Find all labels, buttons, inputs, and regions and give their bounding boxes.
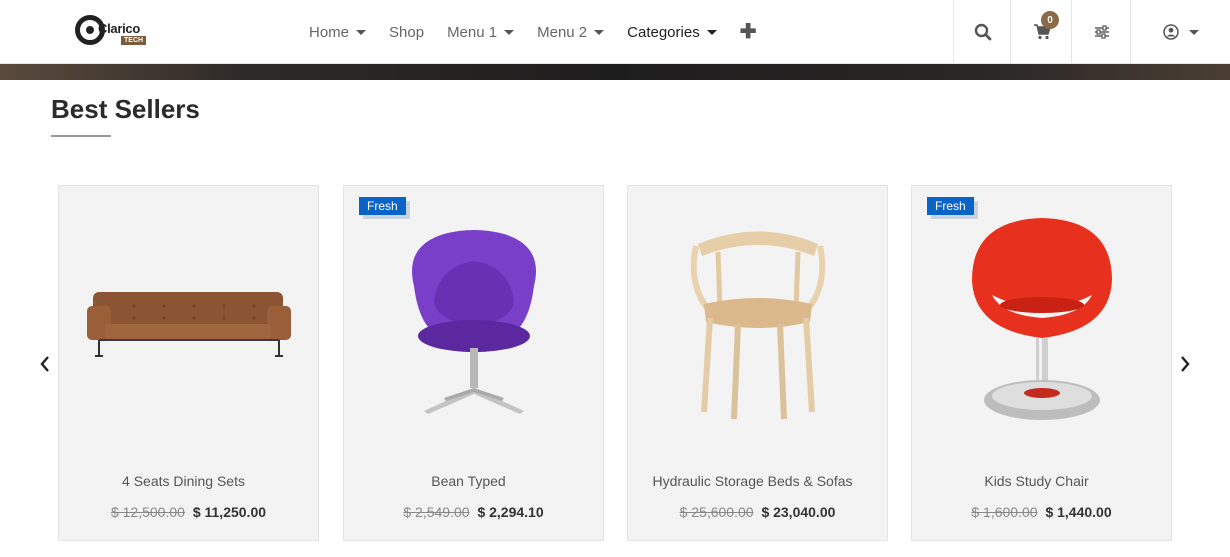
nav-item-menu-2[interactable]: Menu 2 — [537, 23, 605, 41]
search-button[interactable] — [953, 0, 1011, 64]
fresh-badge: Fresh — [927, 197, 974, 215]
nav-item-label: Categories — [627, 23, 700, 41]
product-name[interactable]: Hydraulic Storage Beds & Sofas — [628, 473, 877, 489]
hero-banner-edge — [0, 64, 1230, 80]
caret-down-icon — [594, 29, 605, 35]
old-price: $ 1,600.00 — [971, 504, 1038, 520]
product-name[interactable]: 4 Seats Dining Sets — [59, 473, 308, 489]
old-price: $ 2,549.00 — [403, 504, 470, 520]
caret-down-icon — [356, 29, 367, 35]
product-price: $ 1,600.00 $ 1,440.00 — [912, 504, 1171, 520]
fresh-badge: Fresh — [359, 197, 406, 215]
sale-price: $ 1,440.00 — [1045, 504, 1112, 520]
main-nav: Home Shop Menu 1 Menu 2 Categories ✚ — [309, 20, 779, 44]
carousel-next-button[interactable] — [1175, 354, 1195, 374]
user-menu-button[interactable] — [1130, 0, 1230, 64]
nav-item-label: Menu 2 — [537, 23, 588, 41]
user-circle-icon — [1162, 24, 1179, 40]
nav-item-label: Menu 1 — [447, 23, 498, 41]
product-name[interactable]: Bean Typed — [344, 473, 593, 489]
nav-item-categories[interactable]: Categories — [627, 24, 717, 41]
purple-chair-image — [411, 230, 536, 414]
plus-icon: ✚ — [739, 21, 757, 43]
product-price: $ 12,500.00 $ 11,250.00 — [59, 504, 318, 520]
caret-down-icon — [706, 29, 717, 35]
cart-button[interactable]: 0 — [1010, 0, 1072, 64]
product-image[interactable] — [912, 186, 1171, 456]
chevron-left-icon — [40, 356, 49, 372]
product-card[interactable]: Hydraulic Storage Beds & Sofas $ 25,600.… — [627, 185, 888, 541]
section-title: Best Sellers — [51, 94, 200, 124]
sliders-icon — [1094, 25, 1109, 39]
chevron-right-icon — [1181, 356, 1190, 372]
product-card[interactable]: Fresh Bean Typed $ 2,549.00 $ 2,294.10 — [343, 185, 604, 541]
nav-item-home[interactable]: Home — [309, 23, 367, 41]
caret-down-icon — [1188, 29, 1199, 35]
sale-price: $ 2,294.10 — [477, 504, 544, 520]
product-image[interactable] — [59, 186, 318, 456]
sofa-image — [86, 292, 291, 357]
old-price: $ 12,500.00 — [110, 504, 185, 520]
sale-price: $ 23,040.00 — [761, 504, 836, 520]
product-price: $ 25,600.00 $ 23,040.00 — [628, 504, 887, 520]
logo-tag: TECH — [121, 36, 147, 45]
nav-item-label: Shop — [389, 23, 425, 41]
brand-logo[interactable]: Clarico TECH — [75, 15, 147, 47]
red-chair-image — [971, 218, 1112, 420]
cart-count-badge: 0 — [1041, 11, 1059, 29]
title-underline — [51, 135, 111, 137]
filter-button[interactable] — [1071, 0, 1131, 64]
caret-down-icon — [504, 29, 515, 35]
product-name[interactable]: Kids Study Chair — [912, 473, 1161, 489]
top-header: Clarico TECH Home Shop Menu 1 Menu 2 Cat… — [0, 0, 1230, 64]
product-price: $ 2,549.00 $ 2,294.10 — [344, 504, 603, 520]
logo-text: Clarico — [98, 21, 140, 36]
product-image[interactable] — [628, 186, 887, 456]
nav-more-button[interactable]: ✚ — [740, 22, 757, 42]
search-icon — [974, 23, 991, 41]
sale-price: $ 11,250.00 — [192, 504, 267, 520]
nav-item-shop[interactable]: Shop — [389, 24, 424, 41]
product-card[interactable]: 4 Seats Dining Sets $ 12,500.00 $ 11,250… — [58, 185, 319, 541]
nav-item-menu-1[interactable]: Menu 1 — [447, 23, 515, 41]
carousel-prev-button[interactable] — [35, 354, 55, 374]
product-image[interactable] — [344, 186, 603, 456]
wooden-chair-image — [690, 231, 825, 419]
old-price: $ 25,600.00 — [679, 504, 754, 520]
nav-item-label: Home — [309, 23, 350, 41]
product-card[interactable]: Fresh Kids Study Chair $ 1,600.00 $ 1,44… — [911, 185, 1172, 541]
